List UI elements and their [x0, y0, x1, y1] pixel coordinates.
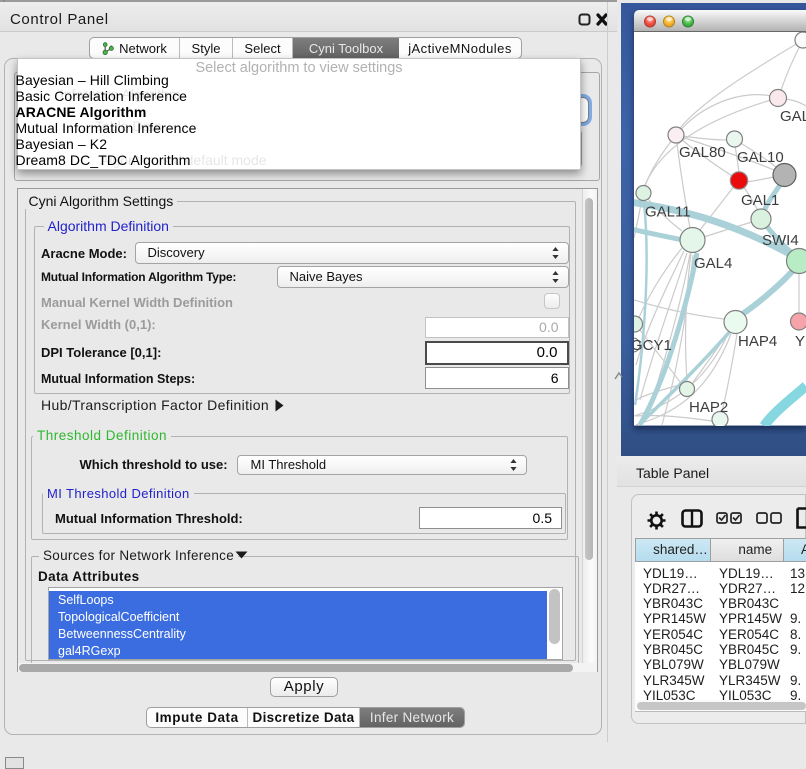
svg-text:GAL4: GAL4 — [694, 255, 732, 272]
svg-text:HAP2: HAP2 — [689, 399, 728, 416]
svg-text:GAL1: GAL1 — [741, 192, 779, 209]
svg-text:HAP4: HAP4 — [738, 333, 777, 350]
svg-text:GAL10: GAL10 — [737, 149, 784, 166]
svg-text:GAL11: GAL11 — [645, 204, 691, 221]
svg-text:GAL2: GAL2 — [780, 108, 806, 125]
svg-text:GCY1: GCY1 — [634, 337, 672, 354]
svg-text:SWI4: SWI4 — [762, 232, 799, 249]
svg-text:GAL80: GAL80 — [679, 144, 726, 161]
svg-text:YEL: YEL — [795, 333, 806, 350]
